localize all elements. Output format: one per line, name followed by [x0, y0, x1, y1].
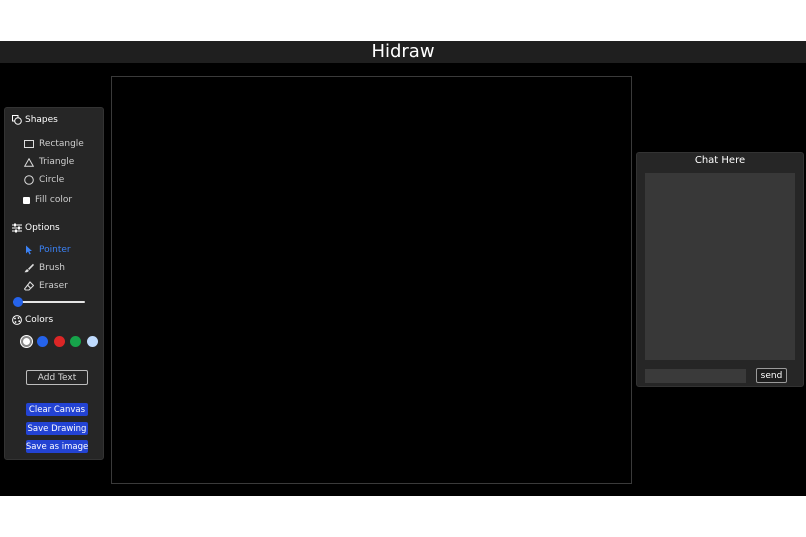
drawing-canvas[interactable] — [111, 76, 632, 484]
fill-color-toggle[interactable]: Fill color — [23, 193, 72, 207]
eraser-icon — [24, 281, 34, 291]
shape-circle-label: Circle — [39, 175, 65, 185]
chat-title: Chat Here — [694, 155, 746, 166]
slider-thumb[interactable] — [13, 297, 23, 307]
send-button[interactable]: send — [756, 368, 787, 383]
shapes-icon — [12, 115, 22, 125]
color-swatch-green[interactable] — [70, 336, 81, 347]
shape-circle[interactable]: Circle — [24, 173, 64, 187]
rectangle-icon — [24, 139, 34, 149]
options-heading: Options — [12, 221, 60, 235]
fill-color-checkbox[interactable] — [23, 196, 30, 204]
color-swatch-red[interactable] — [54, 336, 65, 347]
brush-icon — [24, 263, 34, 273]
header-bar: Hidraw — [0, 41, 806, 63]
circle-icon — [24, 175, 34, 185]
toolbar-panel: Shapes Rectangle Triangle Circle Fill co… — [4, 107, 104, 460]
tool-pointer-label: Pointer — [39, 245, 71, 255]
app-title: Hidraw — [371, 41, 435, 62]
triangle-icon — [24, 157, 34, 167]
slider-track — [13, 301, 85, 303]
app-shell: Hidraw Shapes Rectangle Triangle Circle — [0, 41, 806, 496]
shape-triangle[interactable]: Triangle — [24, 155, 74, 169]
add-text-button[interactable]: Add Text — [26, 370, 88, 385]
tool-brush-label: Brush — [39, 263, 65, 273]
colors-heading-label: Colors — [25, 315, 54, 325]
clear-canvas-button[interactable]: Clear Canvas — [26, 403, 88, 416]
sliders-icon — [12, 223, 22, 233]
tool-pointer[interactable]: Pointer — [24, 243, 71, 257]
options-heading-label: Options — [25, 223, 60, 233]
tool-eraser-label: Eraser — [39, 281, 68, 291]
chat-panel: Chat Here send — [636, 152, 804, 387]
color-swatch-white[interactable] — [21, 336, 32, 347]
fill-color-label: Fill color — [35, 195, 73, 205]
pointer-icon — [24, 245, 34, 255]
palette-icon — [12, 315, 22, 325]
chat-messages[interactable] — [645, 173, 795, 360]
shapes-heading-label: Shapes — [25, 115, 58, 125]
tool-brush[interactable]: Brush — [24, 261, 65, 275]
shape-triangle-label: Triangle — [39, 157, 75, 167]
shape-rectangle[interactable]: Rectangle — [24, 137, 84, 151]
chat-input[interactable] — [645, 369, 746, 383]
tool-eraser[interactable]: Eraser — [24, 279, 68, 293]
shape-rectangle-label: Rectangle — [39, 139, 84, 149]
color-swatch-blue[interactable] — [37, 336, 48, 347]
save-drawing-button[interactable]: Save Drawing — [26, 422, 88, 435]
color-swatch-light-blue[interactable] — [87, 336, 98, 347]
save-image-button[interactable]: Save as image — [26, 440, 88, 453]
shapes-heading: Shapes — [12, 113, 58, 127]
colors-heading: Colors — [12, 313, 53, 327]
brush-size-slider[interactable] — [13, 296, 85, 308]
